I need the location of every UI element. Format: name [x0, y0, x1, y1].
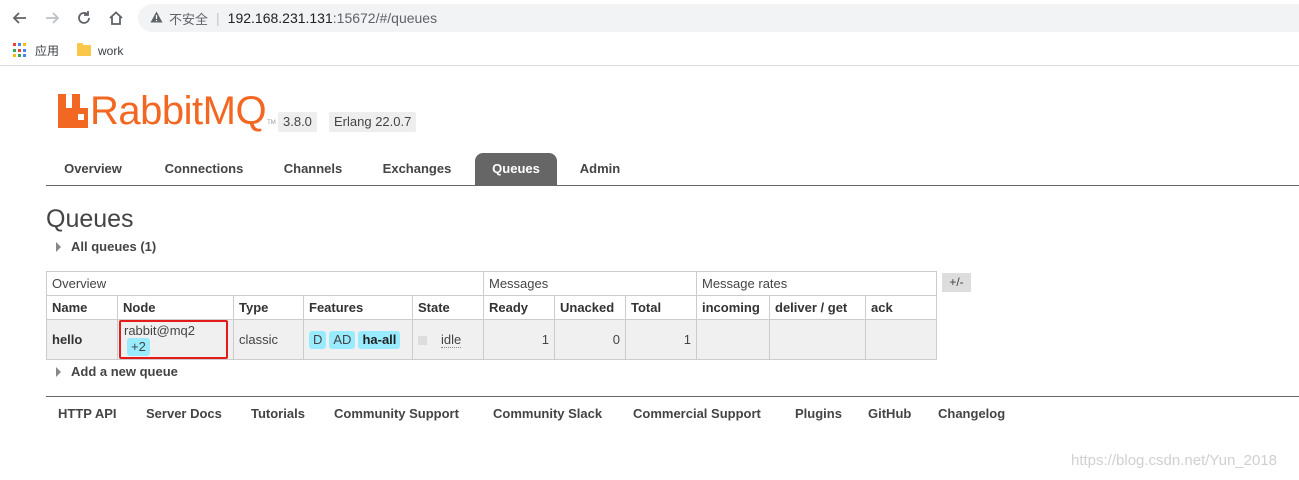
col-type[interactable]: Type	[233, 295, 304, 320]
ack-cell	[865, 319, 937, 360]
add-queue-label: Add a new queue	[71, 364, 178, 379]
type-cell: classic	[233, 319, 304, 360]
watermark: https://blog.csdn.net/Yun_2018	[1071, 452, 1277, 469]
warning-icon[interactable]	[150, 11, 163, 26]
back-arrow-icon[interactable]	[10, 8, 30, 28]
logo-text: RabbitMQ	[90, 89, 267, 133]
col-unacked[interactable]: Unacked	[554, 295, 626, 320]
footer-link-commercial-support[interactable]: Commercial Support	[633, 406, 761, 421]
state-cell: idle	[412, 319, 484, 360]
state-label: idle	[441, 332, 462, 348]
feature-autodelete-badge[interactable]: AD	[329, 330, 356, 349]
bookmark-apps[interactable]: 应用	[13, 42, 59, 59]
incoming-cell	[696, 319, 770, 360]
tab-channels[interactable]: Channels	[272, 153, 354, 185]
bookmark-label: work	[98, 43, 124, 58]
footer-link-plugins[interactable]: Plugins	[795, 406, 842, 421]
footer-link-server-docs[interactable]: Server Docs	[146, 406, 222, 421]
group-header-messages: Messages	[483, 271, 697, 296]
group-header-overview: Overview	[46, 271, 484, 296]
queue-name-cell[interactable]: hello	[46, 319, 118, 360]
rabbit-logo-icon	[58, 94, 88, 128]
feature-policy-badge[interactable]: ha-all	[358, 330, 401, 349]
col-incoming[interactable]: incoming	[696, 295, 770, 320]
footer-link-tutorials[interactable]: Tutorials	[251, 406, 305, 421]
node-cell: rabbit@mq2 +2	[117, 319, 234, 360]
tab-exchanges[interactable]: Exchanges	[371, 153, 463, 185]
url-host[interactable]: 192.168.231.131	[228, 10, 333, 26]
add-queue-toggle[interactable]: Add a new queue	[56, 364, 178, 379]
col-features[interactable]: Features	[303, 295, 413, 320]
bookmark-label: 应用	[35, 44, 60, 58]
erlang-version-badge: Erlang 22.0.7	[329, 112, 417, 132]
queues-table: Overview Messages Message rates Name Nod…	[46, 271, 937, 360]
features-cell: D AD ha-all	[303, 319, 413, 360]
col-ack[interactable]: ack	[865, 295, 937, 320]
ready-cell: 1	[483, 319, 555, 360]
folder-icon	[77, 43, 92, 56]
expand-triangle-icon	[56, 241, 61, 252]
footer-link-community-slack[interactable]: Community Slack	[493, 406, 602, 421]
version-badge: 3.8.0	[278, 112, 317, 132]
node-highlight-box: rabbit@mq2 +2	[119, 320, 228, 359]
state-indicator-icon	[418, 336, 427, 346]
bookmarks-bar: 应用 work	[0, 36, 1299, 66]
footer-link-community-support[interactable]: Community Support	[334, 406, 459, 421]
tab-queues[interactable]: Queues	[475, 153, 557, 185]
reload-icon[interactable]	[74, 8, 94, 28]
main-tabs: Overview Connections Channels Exchanges …	[46, 153, 1299, 186]
unacked-cell: 0	[554, 319, 626, 360]
total-cell: 1	[625, 319, 697, 360]
queue-name-link[interactable]: hello	[52, 332, 82, 347]
forward-arrow-icon[interactable]	[42, 8, 62, 28]
col-node[interactable]: Node	[117, 295, 234, 320]
tab-connections[interactable]: Connections	[152, 153, 256, 185]
footer-links: HTTP API Server Docs Tutorials Community…	[46, 396, 1299, 428]
expand-triangle-icon	[56, 366, 61, 377]
node-name: rabbit@mq2	[124, 323, 196, 338]
col-name[interactable]: Name	[46, 295, 118, 320]
bookmark-work[interactable]: work	[77, 43, 124, 58]
all-queues-toggle[interactable]: All queues (1)	[56, 239, 156, 254]
footer-link-http-api[interactable]: HTTP API	[58, 406, 117, 421]
col-state[interactable]: State	[412, 295, 484, 320]
deliver-get-cell	[769, 319, 866, 360]
col-ready[interactable]: Ready	[483, 295, 555, 320]
url-separator: |	[216, 10, 220, 26]
browser-toolbar: 不安全 | 192.168.231.131 :15672/#/queues	[0, 0, 1299, 36]
group-header-message-rates: Message rates	[696, 271, 937, 296]
footer-link-changelog[interactable]: Changelog	[938, 406, 1005, 421]
table-row: hello rabbit@mq2 +2 classic D AD ha-all id…	[46, 319, 937, 360]
tab-overview[interactable]: Overview	[46, 153, 140, 185]
all-queues-label: All queues (1)	[71, 239, 157, 254]
footer-link-github[interactable]: GitHub	[868, 406, 911, 421]
feature-durable-badge[interactable]: D	[309, 330, 327, 349]
col-deliver-get[interactable]: deliver / get	[769, 295, 866, 320]
rabbitmq-logo[interactable]: RabbitMQ TM	[58, 89, 276, 133]
url-path[interactable]: :15672/#/queues	[333, 10, 437, 26]
tab-admin[interactable]: Admin	[568, 153, 632, 185]
page-title: Queues	[46, 205, 134, 233]
address-bar[interactable]: 不安全 | 192.168.231.131 :15672/#/queues	[138, 4, 1299, 32]
column-toggle-button[interactable]: +/-	[942, 273, 971, 292]
node-mirrors-badge[interactable]: +2	[127, 338, 150, 356]
apps-grid-icon	[13, 43, 28, 58]
logo-trademark: TM	[267, 120, 276, 126]
home-icon[interactable]	[106, 8, 126, 28]
security-label[interactable]: 不安全	[169, 9, 208, 28]
col-total[interactable]: Total	[625, 295, 697, 320]
